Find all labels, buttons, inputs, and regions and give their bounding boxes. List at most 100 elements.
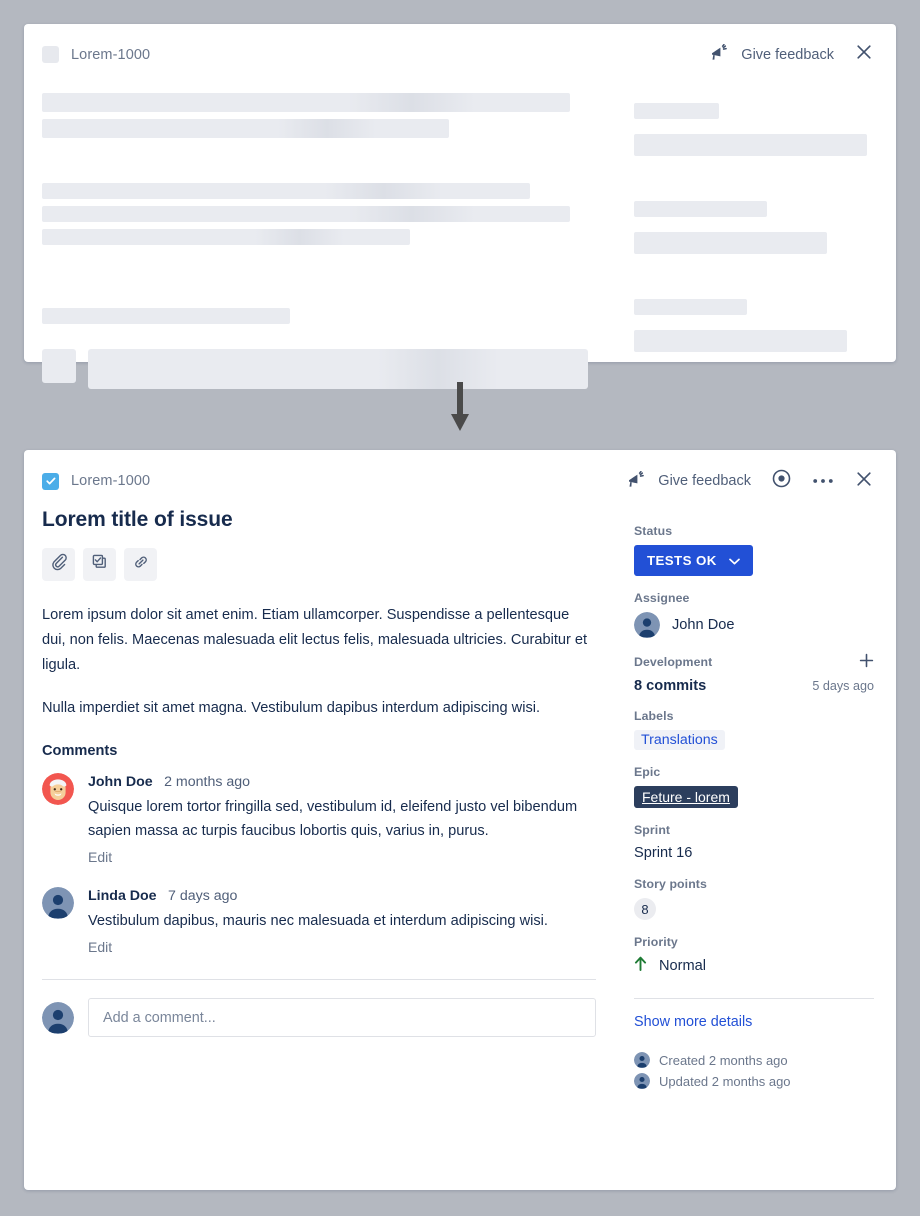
field-label: Story points xyxy=(634,877,707,891)
add-child-issue-button[interactable] xyxy=(83,548,116,581)
attach-button[interactable] xyxy=(42,548,75,581)
edit-comment-button[interactable]: Edit xyxy=(88,849,112,865)
label-chip[interactable]: Translations xyxy=(634,730,725,750)
link-issue-button[interactable] xyxy=(124,548,157,581)
field-status: Status TESTS OK xyxy=(634,524,874,576)
field-label: Priority xyxy=(634,935,678,949)
arrow-down-icon xyxy=(449,382,471,436)
priority-value[interactable]: Normal xyxy=(634,956,874,976)
status-badge[interactable]: TESTS OK xyxy=(634,545,753,576)
issue-key[interactable]: Lorem-1000 xyxy=(71,473,150,489)
field-label: Sprint xyxy=(634,823,671,837)
comment-meta: John Doe 2 months ago xyxy=(88,773,596,791)
header-actions: Give feedback xyxy=(710,42,874,67)
comment-author[interactable]: Linda Doe xyxy=(88,888,157,904)
epic-chip[interactable]: Feture - lorem xyxy=(634,786,738,808)
plus-icon[interactable] xyxy=(859,653,874,671)
field-label: Assignee xyxy=(634,591,690,605)
list-item: John Doe 2 months ago Quisque lorem tort… xyxy=(42,773,596,867)
field-story-points: Story points 8 xyxy=(634,877,874,920)
give-feedback-label: Give feedback xyxy=(741,46,834,63)
issue-detail-modal: Lorem-1000 Give feedback Lorem title of … xyxy=(24,450,896,1190)
field-label: Epic xyxy=(634,765,661,779)
skeleton-bar xyxy=(42,308,290,324)
skeleton-bar xyxy=(634,232,827,254)
avatar xyxy=(634,1073,650,1089)
comment-author[interactable]: John Doe xyxy=(88,774,153,790)
skeleton-bar xyxy=(634,330,847,352)
show-more-details-link[interactable]: Show more details xyxy=(634,1014,752,1030)
avatar[interactable] xyxy=(42,773,74,805)
issue-type-placeholder xyxy=(42,46,59,63)
skeleton-bar xyxy=(634,134,867,156)
skeleton-input xyxy=(88,349,588,389)
chevron-down-icon xyxy=(728,553,740,568)
modal-header: Lorem-1000 Give feedback xyxy=(24,450,896,494)
close-button[interactable] xyxy=(854,42,874,67)
close-icon xyxy=(854,42,874,67)
give-feedback-label: Give feedback xyxy=(658,473,751,489)
status-value: TESTS OK xyxy=(647,553,717,568)
issue-action-bar xyxy=(42,548,596,581)
more-actions-icon xyxy=(812,472,834,490)
skeleton-bar xyxy=(634,299,747,315)
field-epic: Epic Feture - lorem xyxy=(634,765,874,808)
screen: Lorem-1000 Give feedback Lorem-1000 Give… xyxy=(0,0,920,1216)
field-priority: Priority Normal xyxy=(634,935,874,976)
skeleton-bar xyxy=(42,119,449,138)
child-issue-icon xyxy=(91,553,109,576)
edit-comment-button[interactable]: Edit xyxy=(88,939,112,955)
issue-type-task-icon xyxy=(42,472,59,490)
details-sidebar: Status TESTS OK Assignee John Doe Develo… xyxy=(612,508,874,1094)
avatar[interactable] xyxy=(42,887,74,919)
main-column: Lorem title of issue Lorem ipsum dolor s… xyxy=(42,508,612,1094)
field-label: Development xyxy=(634,655,713,669)
avatar xyxy=(634,1052,650,1068)
development-value-row[interactable]: 8 commits 5 days ago xyxy=(634,678,874,694)
give-feedback-button[interactable]: Give feedback xyxy=(627,470,751,492)
field-development: Development 8 commits 5 days ago xyxy=(634,653,874,694)
issue-detail-modal-loading: Lorem-1000 Give feedback xyxy=(24,24,896,389)
commits-count: 8 commits xyxy=(634,678,707,694)
updated-timestamp-row: Updated 2 months ago xyxy=(634,1073,874,1089)
page-title[interactable]: Lorem title of issue xyxy=(42,508,596,532)
field-label: Status xyxy=(634,524,673,538)
assignee-value[interactable]: John Doe xyxy=(634,612,874,638)
comments-heading: Comments xyxy=(42,743,118,759)
watch-button[interactable] xyxy=(771,468,792,494)
commits-timestamp: 5 days ago xyxy=(812,679,874,693)
field-label: Labels xyxy=(634,709,674,723)
paperclip-icon xyxy=(50,553,68,576)
comment-timestamp: 2 months ago xyxy=(164,774,251,790)
megaphone-icon xyxy=(710,43,729,65)
avatar xyxy=(42,1001,74,1034)
skeleton-bar xyxy=(42,183,530,199)
issue-key-group: Lorem-1000 xyxy=(42,472,150,490)
skeleton-avatar xyxy=(42,349,76,383)
sprint-value[interactable]: Sprint 16 xyxy=(634,845,692,861)
skeleton-bar xyxy=(42,93,570,112)
story-points-value[interactable]: 8 xyxy=(634,898,656,920)
give-feedback-button[interactable]: Give feedback xyxy=(710,43,834,65)
megaphone-icon xyxy=(627,470,646,492)
issue-key-group: Lorem-1000 xyxy=(42,46,150,63)
created-timestamp: Created 2 months ago xyxy=(659,1052,788,1068)
header-actions: Give feedback xyxy=(627,468,874,494)
comment-body: Linda Doe 7 days ago Vestibulum dapibus,… xyxy=(88,887,596,957)
created-timestamp-row: Created 2 months ago xyxy=(634,1052,874,1068)
close-button[interactable] xyxy=(854,469,874,494)
assignee-name: John Doe xyxy=(672,617,735,633)
comment-meta: Linda Doe 7 days ago xyxy=(88,887,596,905)
field-label-row: Development xyxy=(634,653,874,671)
add-comment-input[interactable] xyxy=(88,998,596,1037)
more-actions-button[interactable] xyxy=(812,472,834,490)
link-icon xyxy=(132,553,150,576)
field-sprint: Sprint Sprint 16 xyxy=(634,823,874,862)
skeleton-bar xyxy=(634,103,719,119)
description-paragraph: Lorem ipsum dolor sit amet enim. Etiam u… xyxy=(42,607,588,673)
list-item: Linda Doe 7 days ago Vestibulum dapibus,… xyxy=(42,887,596,957)
divider xyxy=(42,979,596,980)
modal-body-skeleton xyxy=(24,67,896,389)
issue-key[interactable]: Lorem-1000 xyxy=(71,47,150,63)
arrow-up-icon xyxy=(634,956,647,976)
